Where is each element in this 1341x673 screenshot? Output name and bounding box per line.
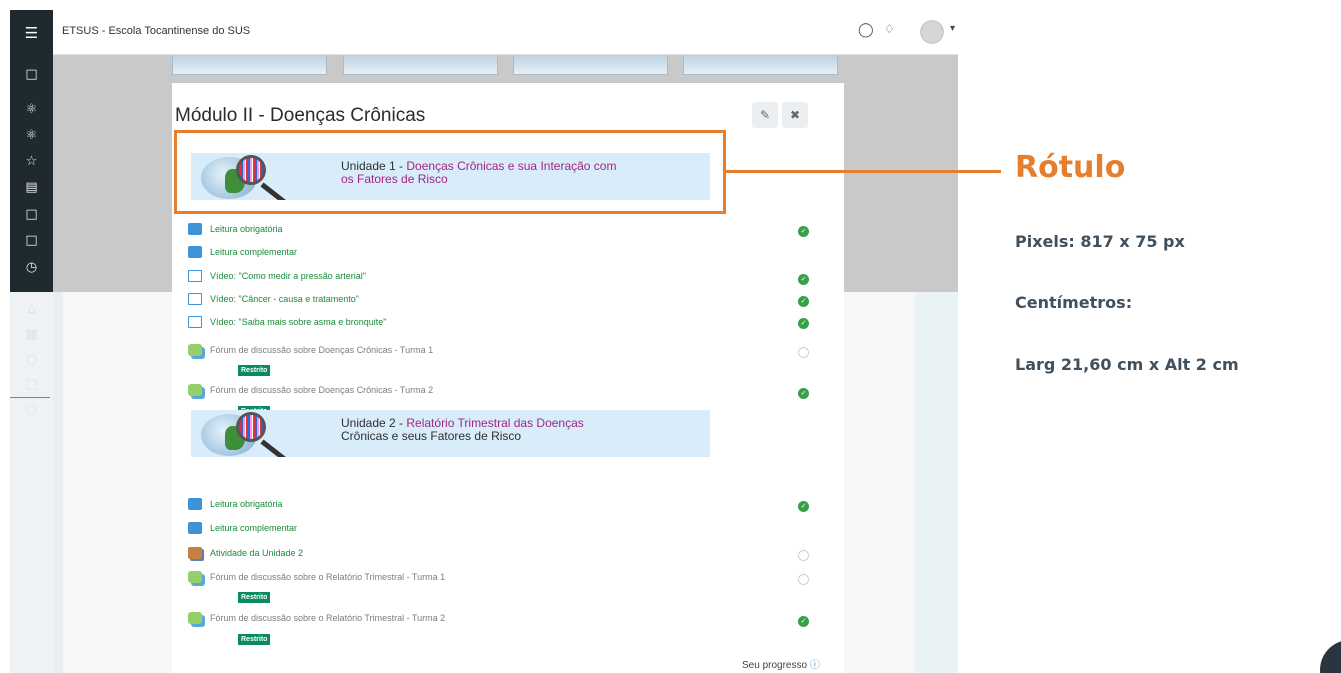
star-icon[interactable]: ☆	[10, 154, 53, 169]
unit-2-label-banner: Unidade 2 - Relatório Trimestral das Doe…	[191, 410, 710, 457]
chevron-down-icon[interactable]: ▾	[950, 23, 955, 34]
unit-2-label-text: Unidade 2 - Relatório Trimestral das Doe…	[341, 417, 701, 443]
activity-row[interactable]: Fórum de discussão sobre o Relatório Tri…	[188, 568, 445, 586]
top-navbar: ☰ ETSUS - Escola Tocantinense do SUS ◯ ♢…	[10, 10, 958, 55]
site-name[interactable]: ETSUS - Escola Tocantinense do SUS	[62, 25, 250, 37]
forum-icon	[188, 571, 202, 583]
box-icon[interactable]: □	[10, 377, 53, 392]
close-button[interactable]: ✖	[782, 102, 808, 128]
sidebar: □ ⚛ ⚛ ☆ ▤ □ □ ◷ ⌂ ▦ ○ □ ○	[10, 55, 53, 673]
completion-check-icon[interactable]: ✓	[798, 318, 809, 329]
forum-icon	[188, 384, 202, 396]
course-banner-strip	[172, 55, 327, 75]
restricted-badge: Restrito	[238, 365, 271, 376]
activity-link[interactable]: Leitura obrigatória	[210, 499, 283, 509]
avatar[interactable]	[920, 20, 944, 44]
activity-row[interactable]: Leitura complementar	[188, 519, 297, 537]
activity-link[interactable]: Fórum de discussão sobre Doenças Crônica…	[210, 345, 433, 355]
activity-link[interactable]: Atividade da Unidade 2	[210, 548, 303, 558]
progress-text: Seu progresso ⓘ	[742, 656, 820, 671]
activity-link[interactable]: Vídeo: "Como medir a pressão arterial"	[210, 271, 366, 281]
screenshot: ☰ ETSUS - Escola Tocantinense do SUS ◯ ♢…	[10, 10, 958, 673]
completion-check-icon[interactable]: ✓	[798, 616, 809, 627]
course-banner-strip	[513, 55, 668, 75]
activity-link[interactable]: Vídeo: "Câncer - causa e tratamento"	[210, 294, 359, 304]
callout-line	[726, 170, 1001, 173]
folder-icon	[188, 223, 202, 235]
folder-icon	[188, 498, 202, 510]
activity-row[interactable]: Leitura complementar	[188, 243, 297, 261]
right-panel-overlay	[915, 55, 958, 292]
activity-row[interactable]: Leitura obrigatória	[188, 495, 283, 513]
calendar-icon[interactable]: ▦	[10, 327, 53, 342]
folder-icon	[188, 246, 202, 258]
activity-row[interactable]: Vídeo: "Saiba mais sobre asma e bronquit…	[188, 313, 387, 331]
course-banner-strip	[343, 55, 498, 75]
page-icon	[188, 316, 202, 328]
magnifier-icon	[236, 412, 266, 442]
activity-link[interactable]: Leitura obrigatória	[210, 224, 283, 234]
activity-link[interactable]: Vídeo: "Saiba mais sobre asma e bronquit…	[210, 317, 387, 327]
restricted-badge: Restrito	[238, 592, 271, 603]
annotation-pixels: Pixels: 817 x 75 px	[1015, 232, 1185, 251]
annotation-cm-value: Larg 21,60 cm x Alt 2 cm	[1015, 355, 1239, 374]
users-icon[interactable]: ⚛	[10, 102, 53, 117]
activity-row[interactable]: Fórum de discussão sobre Doenças Crônica…	[188, 341, 433, 359]
unit-2-prefix: Unidade 2 -	[341, 416, 407, 430]
cap-icon[interactable]: ○	[10, 352, 53, 367]
completion-check-icon[interactable]: ✓	[798, 274, 809, 285]
settings-icon[interactable]: ○	[10, 402, 53, 417]
assignment-icon	[188, 547, 202, 559]
completion-check-icon[interactable]: ✓	[798, 226, 809, 237]
highlight-frame	[174, 130, 726, 214]
completion-check-icon[interactable]: ✓	[798, 501, 809, 512]
activity-row[interactable]: Vídeo: "Como medir a pressão arterial"	[188, 267, 366, 285]
badge-icon[interactable]: ⚛	[10, 128, 53, 143]
activity-row[interactable]: Atividade da Unidade 2	[188, 544, 303, 562]
forum-icon	[188, 612, 202, 624]
annotation-title: Rótulo	[1015, 150, 1126, 185]
folder-icon[interactable]: □	[10, 233, 53, 248]
completion-check-icon[interactable]: ✓	[798, 388, 809, 399]
activity-row[interactable]: Leitura obrigatória	[188, 220, 283, 238]
course-banner-strip	[683, 55, 838, 75]
dashboard-icon[interactable]: ◷	[10, 260, 53, 275]
folder-icon[interactable]: □	[10, 207, 53, 222]
activity-row[interactable]: Fórum de discussão sobre o Relatório Tri…	[188, 609, 445, 627]
activity-row[interactable]: Fórum de discussão sobre Doenças Crônica…	[188, 381, 433, 399]
activity-link[interactable]: Fórum de discussão sobre o Relatório Tri…	[210, 572, 445, 582]
left-panel	[53, 292, 63, 673]
forum-icon	[188, 344, 202, 356]
activity-link[interactable]: Fórum de discussão sobre Doenças Crônica…	[210, 385, 433, 395]
page-icon	[188, 270, 202, 282]
book-icon[interactable]: ▤	[10, 180, 53, 195]
home-icon[interactable]: ⌂	[10, 302, 53, 317]
edit-button[interactable]: ✎	[752, 102, 778, 128]
magnifier-handle	[260, 439, 288, 457]
page-icon	[188, 293, 202, 305]
progress-label: Seu progresso	[742, 660, 808, 671]
completion-empty-icon[interactable]	[798, 347, 809, 358]
activity-link[interactable]: Fórum de discussão sobre o Relatório Tri…	[210, 613, 445, 623]
completion-check-icon[interactable]: ✓	[798, 296, 809, 307]
restricted-badge: Restrito	[238, 634, 271, 645]
help-icon[interactable]: ⓘ	[810, 660, 820, 671]
sidebar-dark-section	[10, 55, 53, 292]
folder-icon[interactable]: □	[10, 67, 53, 82]
sidebar-divider	[10, 397, 50, 398]
message-icon[interactable]: ◯	[858, 22, 874, 38]
corner-decoration	[1320, 640, 1341, 673]
annotation-cm-heading: Centímetros:	[1015, 293, 1133, 312]
activity-link[interactable]: Leitura complementar	[210, 523, 297, 533]
bell-icon[interactable]: ♢	[884, 22, 895, 36]
menu-icon[interactable]: ☰	[10, 10, 53, 55]
activity-row[interactable]: Vídeo: "Câncer - causa e tratamento"	[188, 290, 359, 308]
completion-empty-icon[interactable]	[798, 550, 809, 561]
module-title: Módulo II - Doenças Crônicas	[175, 105, 426, 126]
completion-empty-icon[interactable]	[798, 574, 809, 585]
activity-link[interactable]: Leitura complementar	[210, 247, 297, 257]
folder-icon	[188, 522, 202, 534]
unit-2-title-line2: Crônicas e seus Fatores de Risco	[341, 429, 522, 443]
unit-2-title-line1: Relatório Trimestral das Doenças	[406, 416, 584, 430]
